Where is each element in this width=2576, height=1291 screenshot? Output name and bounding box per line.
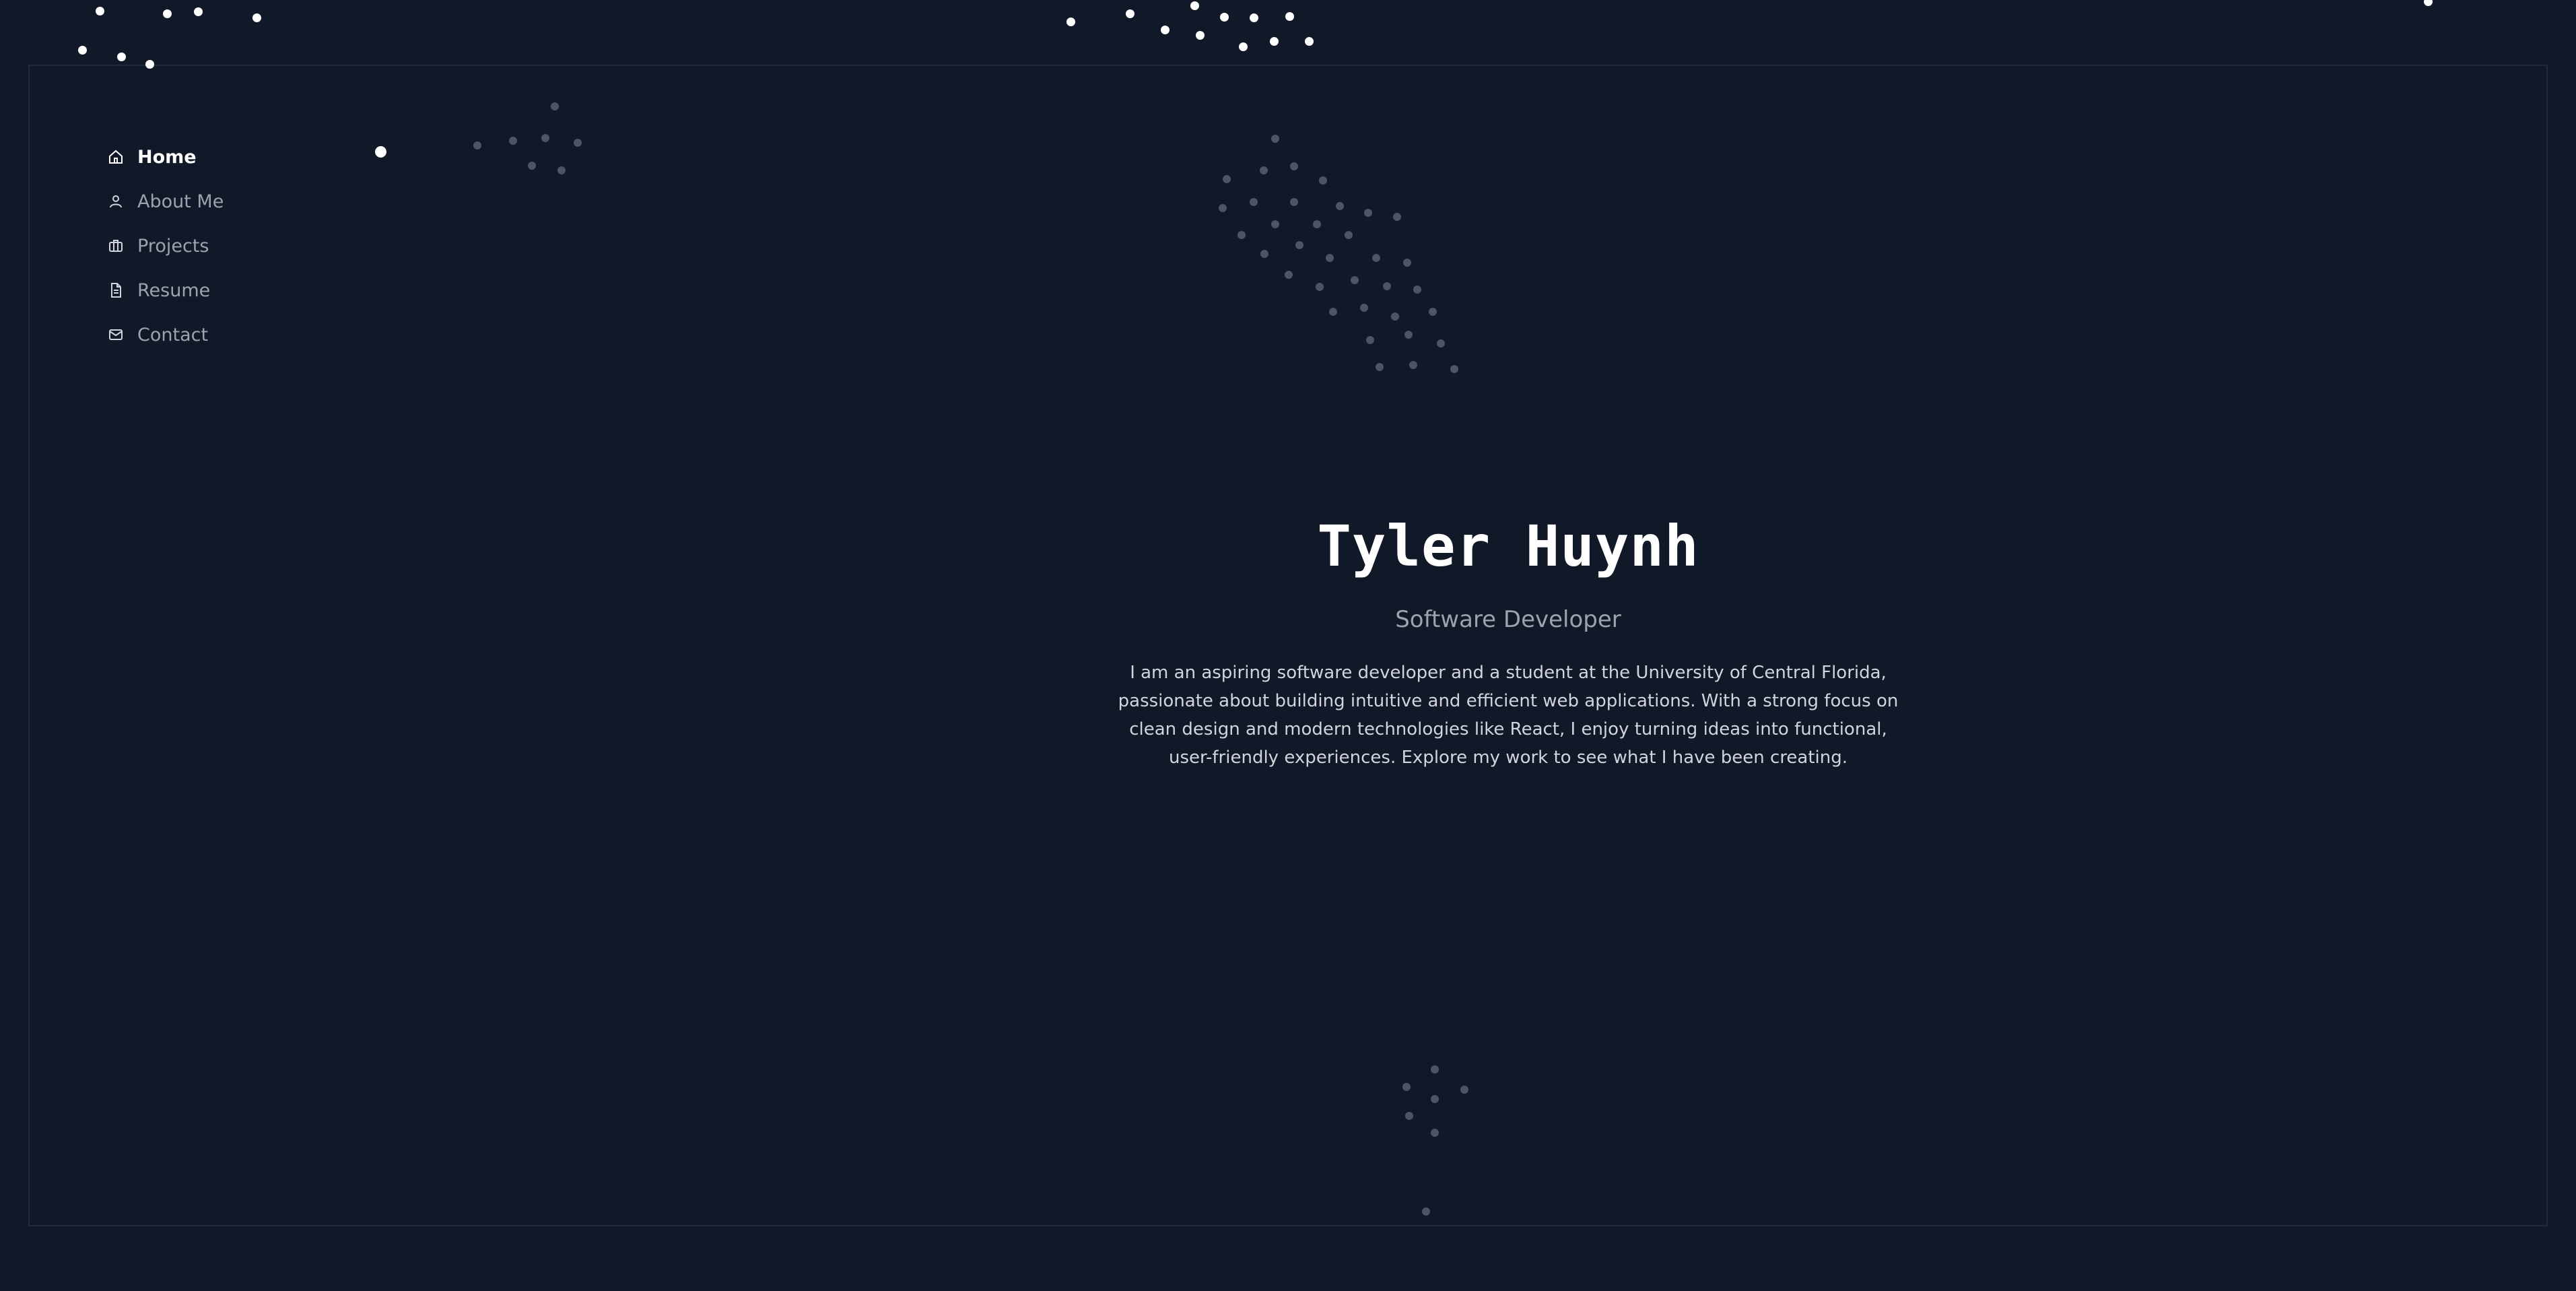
user-icon (108, 193, 124, 209)
sidebar-nav: Home About Me Projects Resume Contact (108, 135, 224, 357)
particle-dot (1161, 26, 1170, 34)
nav-item-resume[interactable]: Resume (108, 268, 224, 312)
hero-bio: I am an aspiring software developer and … (1118, 663, 1899, 768)
particle-dot (1220, 13, 1229, 22)
particle-dot (1270, 37, 1279, 46)
nav-item-projects[interactable]: Projects (108, 224, 224, 268)
particle-dot (1250, 13, 1258, 22)
nav-label-contact: Contact (137, 324, 209, 345)
particle-dot (1190, 1, 1199, 10)
particle-dot (96, 7, 104, 15)
briefcase-icon (108, 238, 124, 254)
particle-dot (2424, 0, 2433, 6)
hero-name: Tyler Huynh (1317, 513, 1699, 579)
nav-label-resume: Resume (137, 279, 211, 301)
particle-dot (252, 13, 261, 22)
particle-dot (1305, 37, 1314, 46)
nav-item-contact[interactable]: Contact (108, 312, 224, 357)
hero-section: Tyler Huynh Software Developer I am an a… (1104, 498, 1912, 772)
particle-dot (163, 9, 172, 18)
nav-label-about: About Me (137, 191, 224, 212)
particle-dot (78, 46, 87, 55)
hero-role: Software Developer (1395, 606, 1621, 633)
nav-item-about[interactable]: About Me (108, 179, 224, 224)
particle-dot (1126, 9, 1134, 18)
nav-label-home: Home (137, 146, 197, 168)
particle-dot (1196, 31, 1205, 40)
particle-dot (1066, 18, 1075, 26)
particle-dot (117, 53, 126, 61)
nav-item-home[interactable]: Home (108, 135, 224, 179)
document-icon (108, 282, 124, 298)
particle-dot (1239, 42, 1248, 51)
home-icon (108, 149, 124, 165)
nav-label-projects: Projects (137, 235, 209, 257)
particle-dot (194, 7, 203, 16)
particle-dot (1285, 12, 1294, 21)
mail-icon (108, 327, 124, 343)
